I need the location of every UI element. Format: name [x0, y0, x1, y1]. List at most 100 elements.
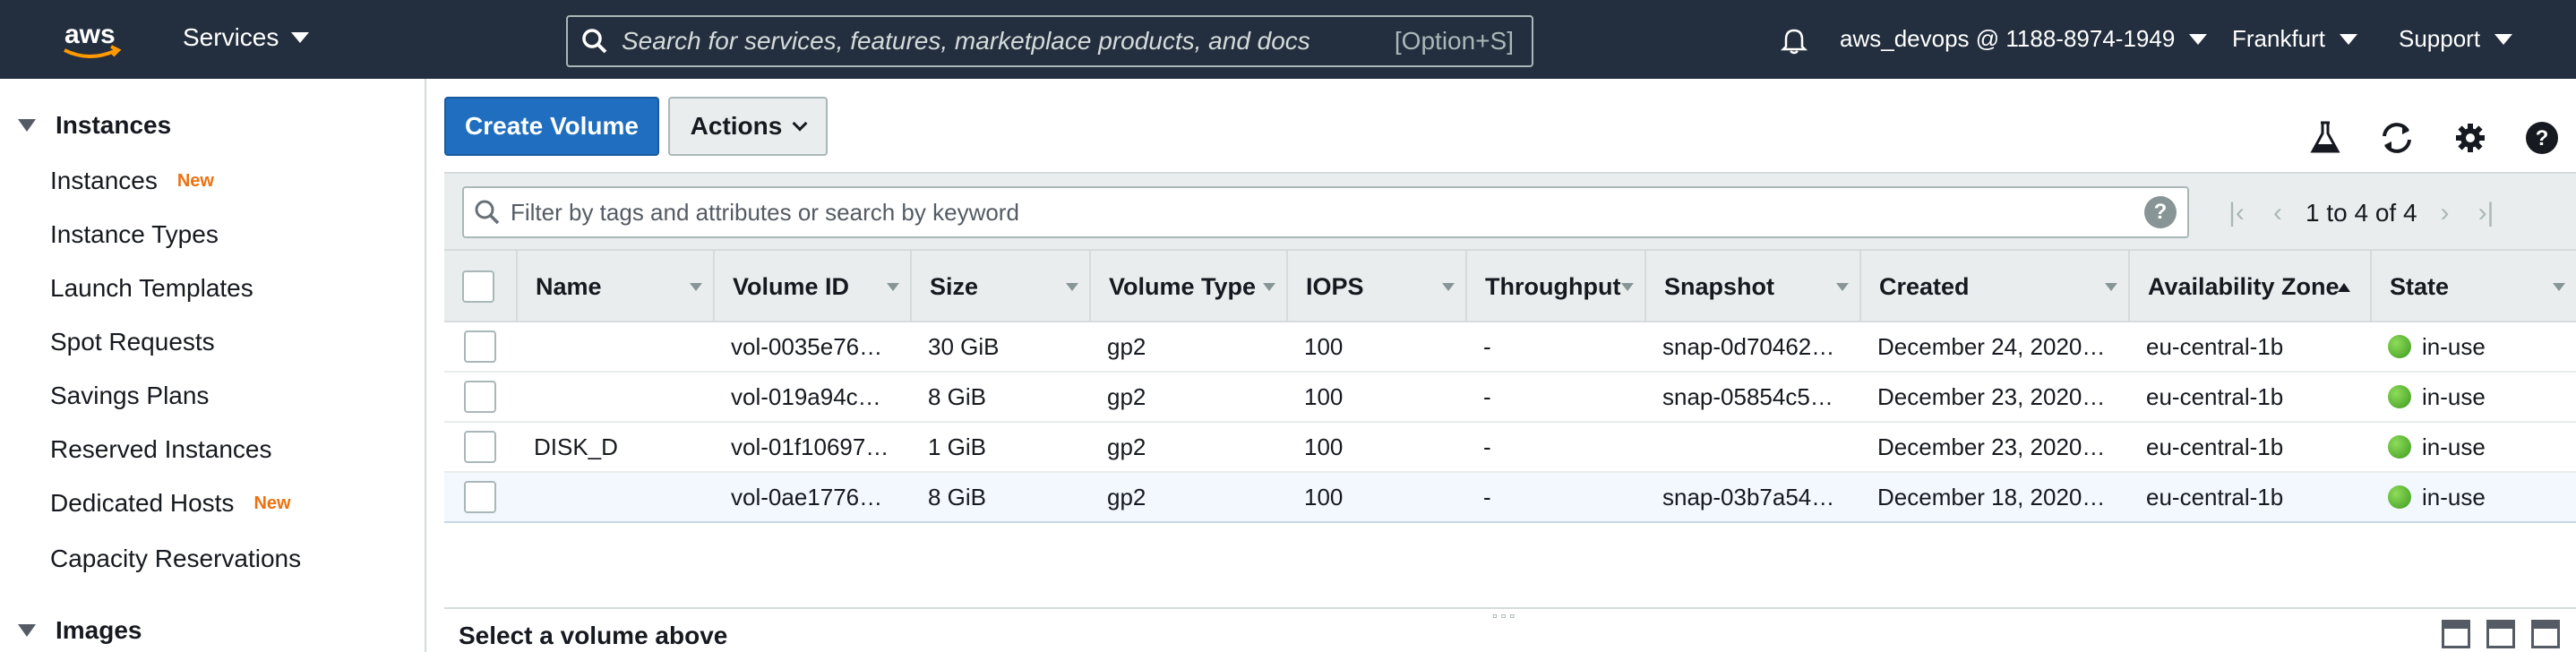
pagination: |‹ ‹ 1 to 4 of 4 › ›| — [2223, 192, 2500, 235]
caret-down-icon — [2340, 33, 2358, 45]
cell-created: December 24, 2020… — [1877, 332, 2106, 360]
sidebar-item-instances[interactable]: Instances New — [50, 167, 214, 195]
sidebar-item-instance-types[interactable]: Instance Types — [50, 220, 219, 249]
column-header-volume-id[interactable]: Volume ID — [715, 251, 912, 322]
flask-icon[interactable] — [2307, 120, 2343, 156]
sort-ascending-icon — [2338, 283, 2350, 292]
sort-icon — [1442, 283, 1455, 291]
layout-full-icon[interactable] — [2531, 620, 2560, 648]
row-checkbox[interactable] — [464, 431, 496, 463]
new-badge: New — [253, 493, 291, 513]
top-navigation-bar: aws Services Search for services, featur… — [0, 0, 2576, 79]
status-green-dot-icon — [2388, 435, 2411, 459]
row-checkbox[interactable] — [464, 481, 496, 513]
select-all-checkbox[interactable] — [462, 270, 494, 303]
next-page-icon[interactable]: › — [2432, 198, 2459, 228]
actions-dropdown-button[interactable]: Actions — [668, 97, 828, 156]
sidebar-item-label: Launch Templates — [50, 274, 253, 302]
column-header-volume-type[interactable]: Volume Type — [1091, 251, 1288, 322]
column-header-name[interactable]: Name — [518, 251, 715, 322]
cell-snapshot[interactable] — [1662, 423, 1856, 471]
column-header-throughput[interactable]: Throughput — [1467, 251, 1646, 322]
column-header-availability-zone[interactable]: Availability Zone — [2130, 251, 2372, 322]
resize-grip-icon[interactable]: ▫▫▫ — [1492, 609, 1518, 625]
layout-bottom-icon[interactable] — [2442, 620, 2470, 648]
cell-size: 30 GiB — [928, 332, 1000, 360]
column-label: Created — [1879, 272, 1970, 300]
row-checkbox-cell — [464, 322, 496, 371]
services-label: Services — [183, 23, 279, 51]
column-header-state[interactable]: State — [2372, 251, 2576, 322]
cell-volume-id[interactable]: vol-019a94c… — [731, 373, 906, 421]
first-page-icon[interactable]: |‹ — [2223, 198, 2250, 228]
table-row[interactable]: vol-0035e76… 30 GiB gp2 100 - snap-0d704… — [444, 322, 2576, 373]
global-search-bar[interactable]: Search for services, features, marketpla… — [566, 15, 1533, 67]
cell-created: December 23, 2020… — [1877, 382, 2106, 410]
cell-volume-id[interactable]: vol-0ae1776… — [731, 473, 906, 521]
sidebar-item-savings-plans[interactable]: Savings Plans — [50, 382, 209, 410]
collapse-triangle-icon — [18, 119, 36, 132]
details-empty-message: Select a volume above — [459, 622, 728, 649]
cell-volume-type: gp2 — [1107, 483, 1146, 510]
cell-volume-id[interactable]: vol-0035e76… — [731, 322, 906, 371]
sort-icon — [1263, 283, 1275, 291]
main-content: Create Volume Actions ? Filter by tags a… — [428, 79, 2576, 652]
sidebar-item-dedicated-hosts[interactable]: Dedicated Hosts New — [50, 489, 291, 518]
actions-label: Actions — [690, 112, 783, 140]
state-label: in-use — [2422, 483, 2486, 510]
sidebar-section-instances[interactable]: Instances — [18, 111, 171, 140]
sidebar-item-spot-requests[interactable]: Spot Requests — [50, 328, 215, 356]
row-checkbox-cell — [464, 473, 496, 521]
column-label: Volume ID — [733, 272, 850, 300]
sidebar-item-capacity-reservations[interactable]: Capacity Reservations — [50, 545, 301, 573]
last-page-icon[interactable]: ›| — [2473, 198, 2500, 228]
sort-icon — [1621, 283, 1634, 291]
row-checkbox[interactable] — [464, 381, 496, 413]
create-volume-button[interactable]: Create Volume — [444, 97, 659, 156]
services-menu[interactable]: Services — [183, 23, 310, 52]
cell-volume-id[interactable]: vol-01f10697… — [731, 423, 906, 471]
column-label: Snapshot — [1664, 272, 1775, 300]
sidebar-item-launch-templates[interactable]: Launch Templates — [50, 274, 253, 303]
sidebar-item-label: Savings Plans — [50, 382, 210, 409]
cell-iops: 100 — [1304, 332, 1344, 360]
cell-snapshot[interactable]: snap-03b7a54… — [1662, 473, 1856, 521]
layout-split-icon[interactable] — [2486, 620, 2515, 648]
sidebar-item-label: Reserved Instances — [50, 435, 272, 463]
table-row[interactable]: vol-0ae1776… 8 GiB gp2 100 - snap-03b7a5… — [444, 473, 2576, 523]
state-label: in-use — [2422, 382, 2486, 410]
help-icon[interactable]: ? — [2524, 120, 2560, 156]
column-header-created[interactable]: Created — [1861, 251, 2130, 322]
table-row[interactable]: vol-019a94c… 8 GiB gp2 100 - snap-05854c… — [444, 373, 2576, 423]
table-row[interactable]: DISK_D vol-01f10697… 1 GiB gp2 100 - Dec… — [444, 423, 2576, 473]
refresh-icon[interactable] — [2379, 120, 2415, 156]
gear-icon[interactable] — [2452, 120, 2488, 156]
account-menu[interactable]: aws_devops @ 1188-8974-1949 — [1840, 25, 2208, 53]
cell-availability-zone: eu-central-1b — [2146, 382, 2284, 410]
aws-logo[interactable]: aws — [57, 16, 129, 63]
cell-iops: 100 — [1304, 433, 1344, 460]
cell-iops: 100 — [1304, 483, 1344, 510]
cell-snapshot[interactable]: snap-0d70462… — [1662, 322, 1856, 371]
notifications-bell-icon[interactable] — [1779, 25, 1809, 60]
column-label: Name — [536, 272, 602, 300]
region-label: Frankfurt — [2232, 25, 2326, 52]
cell-name: DISK_D — [534, 433, 618, 460]
sidebar-item-reserved-instances[interactable]: Reserved Instances — [50, 435, 271, 464]
cell-size: 1 GiB — [928, 433, 987, 460]
region-menu[interactable]: Frankfurt — [2232, 25, 2358, 53]
chevron-down-icon — [792, 116, 808, 132]
column-header-iops[interactable]: IOPS — [1288, 251, 1467, 322]
cell-state: in-use — [2388, 473, 2567, 521]
filter-search-input[interactable]: Filter by tags and attributes or search … — [462, 186, 2189, 238]
row-checkbox[interactable] — [464, 330, 496, 363]
filter-help-icon[interactable]: ? — [2144, 196, 2177, 228]
support-menu[interactable]: Support — [2399, 25, 2513, 53]
column-header-size[interactable]: Size — [912, 251, 1091, 322]
sidebar-section-images[interactable]: Images — [18, 616, 142, 645]
cell-volume-type: gp2 — [1107, 382, 1146, 410]
previous-page-icon[interactable]: ‹ — [2264, 198, 2291, 228]
cell-snapshot[interactable]: snap-05854c5… — [1662, 373, 1856, 421]
support-label: Support — [2399, 25, 2481, 52]
column-header-snapshot[interactable]: Snapshot — [1646, 251, 1861, 322]
